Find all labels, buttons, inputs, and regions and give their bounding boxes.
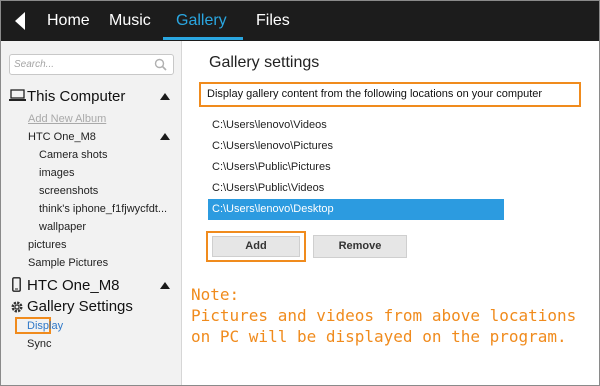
location-list: C:\Users\lenovo\Videos C:\Users\lenovo\P… xyxy=(208,115,504,220)
laptop-icon xyxy=(9,89,26,101)
sidebar-item-sync[interactable]: Sync xyxy=(27,338,51,350)
sidebar-item-htc-folder[interactable]: HTC One_M8 xyxy=(28,131,96,143)
list-item[interactable]: C:\Users\Public\Videos xyxy=(208,178,504,199)
tab-gallery[interactable]: Gallery xyxy=(176,12,227,30)
tab-files[interactable]: Files xyxy=(256,12,290,30)
list-item-selected[interactable]: C:\Users\lenovo\Desktop xyxy=(208,199,504,220)
active-tab-indicator xyxy=(163,37,243,40)
gallery-settings-heading[interactable]: Gallery Settings xyxy=(27,298,133,315)
this-computer-heading[interactable]: This Computer xyxy=(27,88,125,105)
collapse-arrow-icon[interactable] xyxy=(160,93,170,100)
collapse-arrow-icon[interactable] xyxy=(160,133,170,140)
sidebar-item-display-label: Display xyxy=(27,320,64,332)
list-item[interactable]: C:\Users\Public\Pictures xyxy=(208,157,504,178)
sidebar-item-sample-pictures[interactable]: Sample Pictures xyxy=(28,257,108,269)
note-heading: Note: xyxy=(191,285,240,304)
sidebar-item-wallpaper[interactable]: wallpaper xyxy=(39,221,86,233)
sidebar-item-pictures[interactable]: pictures xyxy=(28,239,67,251)
sidebar-item-display[interactable]: Display xyxy=(15,317,63,334)
list-item[interactable]: C:\Users\lenovo\Pictures xyxy=(208,136,504,157)
search-icon[interactable] xyxy=(154,58,167,71)
tab-music[interactable]: Music xyxy=(109,12,151,30)
sidebar-item-images[interactable]: images xyxy=(39,167,74,179)
sidebar-item-screenshots[interactable]: screenshots xyxy=(39,185,98,197)
app-window: Home Music Gallery Files This Computer A… xyxy=(0,0,600,386)
sidebar-item-camera-shots[interactable]: Camera shots xyxy=(39,149,107,161)
remove-button[interactable]: Remove xyxy=(313,235,407,258)
note-line: Pictures and videos from above locations xyxy=(191,306,577,325)
add-new-album-link[interactable]: Add New Album xyxy=(28,113,106,125)
description-box: Display gallery content from the followi… xyxy=(199,82,581,107)
description-text: Display gallery content from the followi… xyxy=(207,88,543,100)
note-line: on PC will be displayed on the program. xyxy=(191,327,567,346)
search-box xyxy=(9,54,174,75)
list-item[interactable]: C:\Users\lenovo\Videos xyxy=(208,115,504,136)
phone-icon xyxy=(12,277,21,292)
gear-icon xyxy=(11,301,23,313)
add-button[interactable]: Add xyxy=(206,231,306,262)
sidebar: This Computer Add New Album HTC One_M8 C… xyxy=(1,41,182,385)
page-title: Gallery settings xyxy=(209,54,320,71)
phone-device-heading[interactable]: HTC One_M8 xyxy=(27,277,120,294)
sidebar-item-iphone-folder[interactable]: think's iphone_f1fjwycfdt... xyxy=(39,203,167,215)
add-button-label: Add xyxy=(212,236,300,257)
collapse-arrow-icon[interactable] xyxy=(160,282,170,289)
tab-home[interactable]: Home xyxy=(47,12,90,30)
top-nav-bar: Home Music Gallery Files xyxy=(1,1,599,41)
back-arrow-icon[interactable] xyxy=(11,10,31,32)
annotation-note: Note: Pictures and videos from above loc… xyxy=(191,284,576,347)
search-input[interactable] xyxy=(14,57,144,72)
